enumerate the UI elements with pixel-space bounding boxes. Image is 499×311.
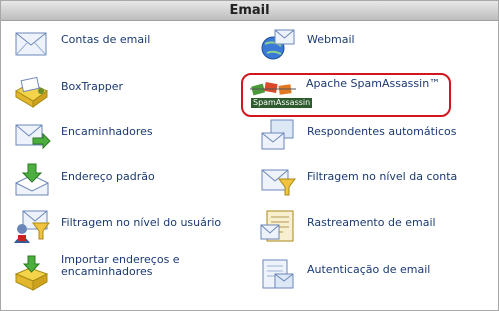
item-label: Respondentes automáticos [307,125,457,138]
filtragem-nivel-usuario-link[interactable]: Filtragem no nível do usuário [13,207,233,247]
globe-envelope-icon [259,24,297,62]
autenticacao-de-email-link[interactable]: Autenticação de email [259,254,479,294]
item-label: BoxTrapper [61,80,124,93]
envelope-icon [13,24,51,62]
envelope-default-icon [13,161,51,199]
webmail-link[interactable]: Webmail [259,24,459,64]
highlight-annotation [241,73,451,117]
item-label: Filtragem no nível do usuário [61,216,222,229]
rastreamento-de-email-link[interactable]: Rastreamento de email [259,207,479,247]
item-label: Importar endereços e encaminhadores [61,254,180,278]
endereco-padrao-link[interactable]: Endereço padrão [13,161,213,201]
item-label: Rastreamento de email [307,216,436,229]
user-filter-icon [13,207,51,245]
respondentes-automaticos-link[interactable]: Respondentes automáticos [259,116,479,156]
email-authentication-icon [259,254,297,292]
contas-de-email-link[interactable]: Contas de email [13,24,213,64]
item-label: Contas de email [61,33,151,46]
import-box-icon [13,254,51,292]
envelope-autoresponder-icon [259,116,297,154]
item-label: Webmail [307,33,355,46]
filtragem-nivel-conta-link[interactable]: Filtragem no nível da conta [259,161,479,201]
email-tracking-icon [259,207,297,245]
item-label: Filtragem no nível da conta [307,170,458,183]
encaminhadores-link[interactable]: Encaminhadores [13,116,213,156]
item-label: Endereço padrão [61,170,155,183]
panel-title: Email [1,1,498,21]
email-panel: Email Contas de email Webmail BoxTrapper… [0,0,499,311]
box-envelope-icon [13,71,51,109]
item-label: Autenticação de email [307,263,431,276]
item-label-line2: encaminhadores [61,265,153,278]
importar-enderecos-link[interactable]: Importar endereços e encaminhadores [13,254,233,294]
boxtrapper-link[interactable]: BoxTrapper [13,71,213,111]
item-label: Encaminhadores [61,125,153,138]
envelope-filter-icon [259,161,297,199]
envelope-forward-icon [13,116,51,154]
